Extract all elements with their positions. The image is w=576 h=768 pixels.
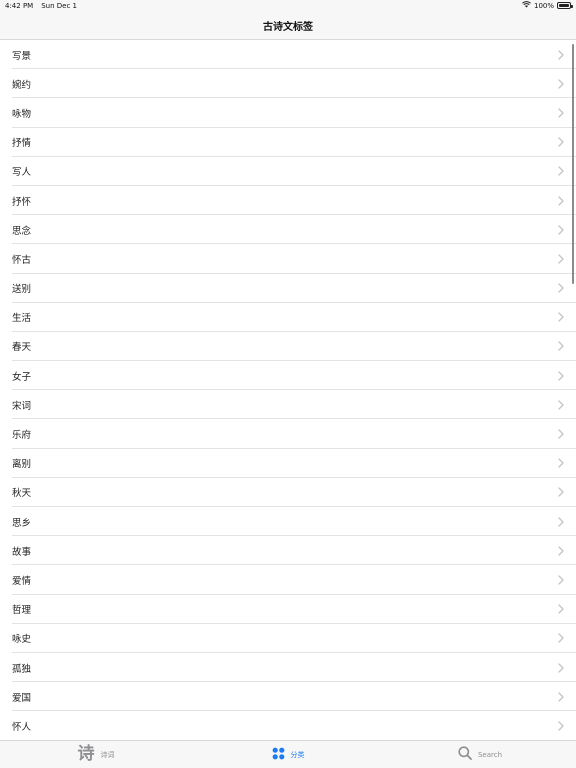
tab-search[interactable]: Search xyxy=(384,741,576,768)
list-item[interactable]: 女子 xyxy=(0,361,576,391)
list-item[interactable]: 抒情 xyxy=(0,128,576,157)
list-item[interactable]: 抒怀 xyxy=(0,186,576,216)
list-item-label: 思乡 xyxy=(12,517,32,529)
chevron-right-icon xyxy=(558,633,564,643)
list-item-label: 写人 xyxy=(12,167,32,179)
list-item-label: 怀人 xyxy=(12,721,32,733)
list-item[interactable]: 生活 xyxy=(0,303,576,333)
chevron-right-icon xyxy=(558,108,564,118)
list-item[interactable]: 送别 xyxy=(0,274,576,303)
navigation-bar: 古诗文标签 xyxy=(0,12,576,40)
wifi-icon xyxy=(522,1,531,10)
chevron-right-icon xyxy=(558,721,564,731)
list-item[interactable]: 婉约 xyxy=(0,69,576,99)
category-dots-icon xyxy=(272,745,285,764)
chevron-right-icon xyxy=(558,79,564,89)
status-time: 4:42 PM xyxy=(5,2,34,10)
battery-level xyxy=(559,4,569,7)
page-title: 古诗文标签 xyxy=(263,22,313,33)
chevron-right-icon xyxy=(558,692,564,702)
chevron-right-icon xyxy=(558,137,564,147)
list-item[interactable]: 爱情 xyxy=(0,565,576,595)
chevron-right-icon xyxy=(558,458,564,468)
list-item-label: 写景 xyxy=(12,50,32,62)
chevron-right-icon xyxy=(558,341,564,352)
chevron-right-icon xyxy=(558,662,564,673)
tab-categories-label: 分类 xyxy=(290,750,305,759)
list-item[interactable]: 春天 xyxy=(0,332,576,362)
list-item-label: 离别 xyxy=(12,459,32,471)
poem-glyph-icon: 诗 xyxy=(77,744,95,764)
battery-icon xyxy=(557,2,573,9)
list-item-label: 乐府 xyxy=(12,430,32,442)
status-bar: 4:42 PM Sun Dec 1 100% xyxy=(0,0,576,12)
chevron-right-icon xyxy=(558,283,564,293)
list-item-label: 抒情 xyxy=(12,138,32,150)
battery-percent: 100% xyxy=(533,1,554,10)
list-item-label: 故事 xyxy=(12,546,32,558)
chevron-right-icon xyxy=(558,49,564,60)
chevron-right-icon xyxy=(558,546,564,556)
chevron-right-icon xyxy=(558,312,564,322)
scroll-indicator[interactable] xyxy=(572,44,574,284)
chevron-right-icon xyxy=(558,429,564,439)
list-item-label: 哲理 xyxy=(12,605,32,617)
list-item-label: 婉约 xyxy=(12,79,32,91)
status-date: Sun Dec 1 xyxy=(41,2,77,10)
list-item[interactable]: 思乡 xyxy=(0,507,576,537)
list-item[interactable]: 孤独 xyxy=(0,653,576,683)
list-item-label: 咏物 xyxy=(12,108,32,120)
list-item[interactable]: 思念 xyxy=(0,215,576,245)
list-item[interactable]: 怀人 xyxy=(0,711,576,740)
list-item[interactable]: 秋天 xyxy=(0,478,576,508)
chevron-right-icon xyxy=(558,225,564,235)
list-item-label: 爱情 xyxy=(12,575,32,587)
chevron-right-icon xyxy=(558,371,564,381)
list-item[interactable]: 宋词 xyxy=(0,390,576,420)
list-item-label: 咏史 xyxy=(12,634,32,646)
list-item[interactable]: 故事 xyxy=(0,536,576,566)
chevron-right-icon xyxy=(558,516,564,527)
list-item-label: 孤独 xyxy=(12,663,32,675)
tab-search-label: Search xyxy=(477,750,503,759)
chevron-right-icon xyxy=(558,487,564,498)
list-item-label: 抒怀 xyxy=(12,196,32,208)
tab-bar: 诗 诗词 分类 Search xyxy=(0,740,576,768)
list-item[interactable]: 怀古 xyxy=(0,244,576,274)
list-item-label: 宋词 xyxy=(12,400,32,412)
chevron-right-icon xyxy=(558,254,564,264)
chevron-right-icon xyxy=(558,604,564,614)
chevron-right-icon xyxy=(558,575,564,585)
chevron-right-icon xyxy=(558,400,564,410)
chevron-right-icon xyxy=(558,195,564,206)
list-item-label: 怀古 xyxy=(12,254,32,266)
chevron-right-icon xyxy=(558,166,564,176)
list-item-label: 生活 xyxy=(12,313,32,325)
tab-categories[interactable]: 分类 xyxy=(192,741,384,768)
list-item-label: 思念 xyxy=(12,225,32,237)
tab-poems-label: 诗词 xyxy=(100,750,115,759)
search-icon xyxy=(458,745,472,764)
tag-list[interactable]: 写景婉约咏物抒情写人抒怀思念怀古送别生活春天女子宋词乐府离别秋天思乡故事爱情哲理… xyxy=(0,40,576,740)
list-item[interactable]: 离别 xyxy=(0,449,576,479)
list-item[interactable]: 写人 xyxy=(0,157,576,187)
list-item[interactable]: 乐府 xyxy=(0,419,576,449)
list-item-label: 爱国 xyxy=(12,692,32,704)
list-item[interactable]: 哲理 xyxy=(0,595,576,624)
list-item-label: 送别 xyxy=(12,284,32,296)
list-item-label: 秋天 xyxy=(12,488,32,500)
tab-poems[interactable]: 诗 诗词 xyxy=(0,741,192,768)
list-item[interactable]: 咏史 xyxy=(0,624,576,654)
status-left: 4:42 PM Sun Dec 1 xyxy=(5,2,77,10)
status-right: 100% xyxy=(522,1,573,10)
list-item[interactable]: 写景 xyxy=(0,40,576,70)
list-item[interactable]: 爱国 xyxy=(0,682,576,712)
list-item-label: 春天 xyxy=(12,342,32,354)
list-item[interactable]: 咏物 xyxy=(0,98,576,128)
list-item-label: 女子 xyxy=(12,371,32,383)
